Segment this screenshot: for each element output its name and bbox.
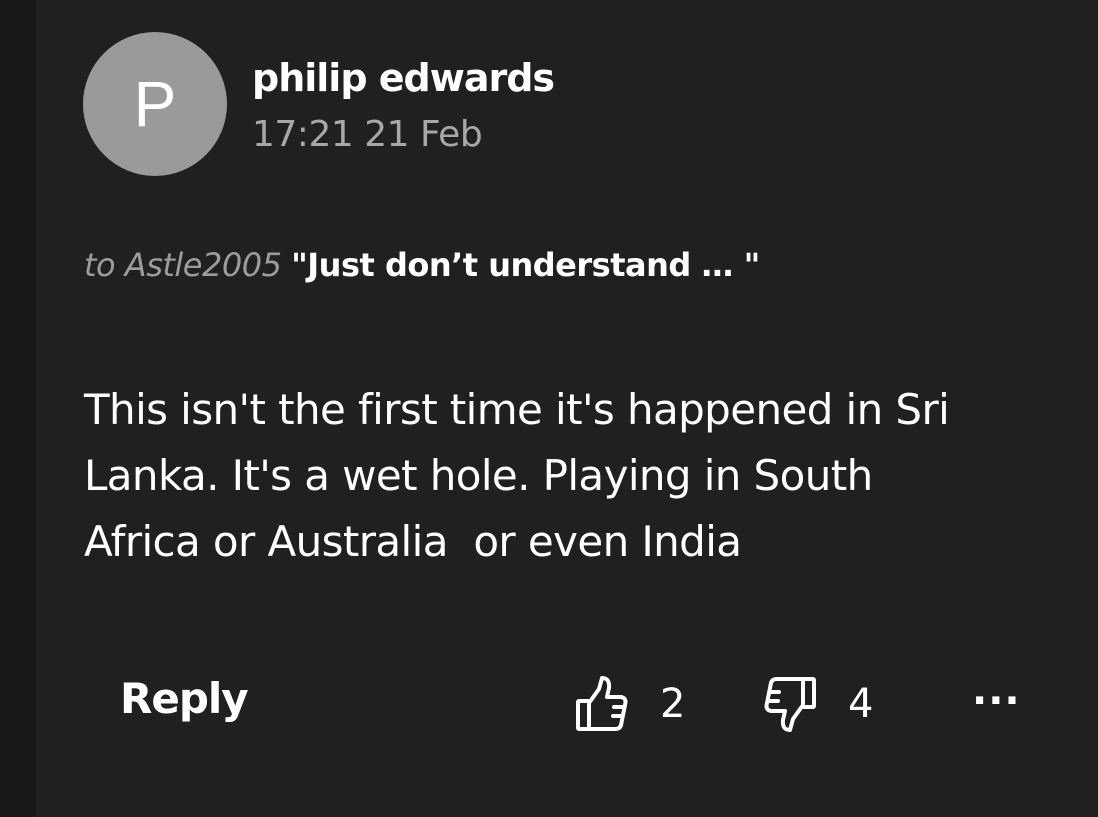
reply-context[interactable]: to Astle2005 "Just don’t understand … ": [84, 246, 760, 284]
avatar-initial: P: [133, 68, 177, 140]
avatar[interactable]: P: [83, 32, 227, 176]
comment-timestamp: 17:21 21 Feb: [252, 114, 483, 155]
comment-card: P philip edwards 17:21 21 Feb to Astle20…: [36, 0, 1098, 817]
reply-to-user: to Astle2005: [84, 246, 282, 284]
downvote-count: 4: [848, 681, 874, 727]
comment-actions: Reply 2 4 ...: [36, 660, 1098, 750]
author-name[interactable]: philip edwards: [252, 56, 555, 100]
left-rail: [0, 0, 36, 817]
reply-quote: "Just don’t understand … ": [291, 246, 760, 284]
comment-body: This isn't the first time it's happened …: [84, 385, 950, 566]
thumbs-up-icon: [574, 674, 630, 734]
downvote-button[interactable]: 4: [762, 674, 873, 734]
thumbs-down-icon: [762, 674, 818, 734]
more-options-button[interactable]: ...: [972, 668, 1021, 714]
upvote-button[interactable]: 2: [574, 674, 685, 734]
upvote-count: 2: [660, 681, 686, 727]
reply-button[interactable]: Reply: [120, 674, 249, 723]
